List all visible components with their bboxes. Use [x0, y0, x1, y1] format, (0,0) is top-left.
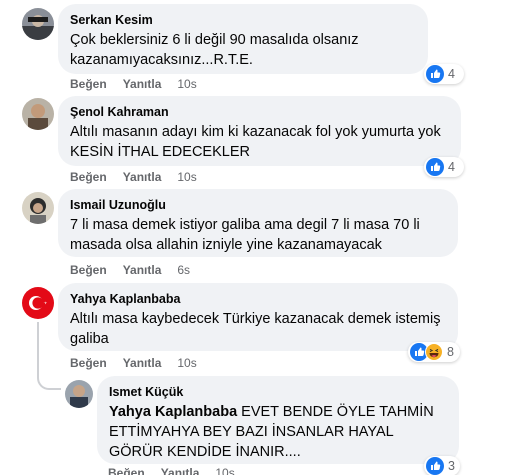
reaction-count: 8 [447, 345, 454, 359]
reaction-summary[interactable]: 4 [424, 64, 464, 84]
comment-text: Çok beklersiniz 6 li değil 90 masalıda o… [70, 32, 359, 68]
comment-author[interactable]: Serkan Kesim [70, 12, 416, 28]
comment-author[interactable]: Şenol Kahraman [70, 104, 449, 120]
avatar[interactable] [22, 192, 54, 224]
like-icon [426, 158, 444, 176]
like-icon [426, 457, 444, 475]
comment-actions: Beğen Yanıtla 10s [70, 77, 197, 91]
comment-actions: Beğen Yanıtla 10s [70, 356, 197, 370]
reply-button[interactable]: Yanıtla [123, 170, 162, 184]
reaction-summary[interactable]: 3 [424, 456, 460, 475]
comments-section: Serkan Kesim Çok beklersiniz 6 li değil … [0, 0, 507, 475]
comment-author[interactable]: Yahya Kaplanbaba [70, 291, 446, 307]
reply-button[interactable]: Yanıtla [123, 77, 162, 91]
timestamp[interactable]: 6s [177, 263, 190, 277]
reply-author[interactable]: Ismet Küçük [109, 384, 447, 400]
thread-line [37, 322, 39, 374]
timestamp[interactable]: 10s [215, 466, 234, 475]
like-button[interactable]: Beğen [70, 170, 107, 184]
like-button[interactable]: Beğen [70, 263, 107, 277]
avatar[interactable] [22, 98, 54, 130]
comment-text: Altılı masanın adayı kim ki kazanacak fo… [70, 124, 441, 160]
avatar[interactable] [65, 380, 93, 408]
timestamp[interactable]: 10s [177, 356, 196, 370]
reaction-count: 4 [448, 160, 455, 174]
reply-button[interactable]: Yanıtla [123, 263, 162, 277]
comment-actions: Beğen Yanıtla 10s [70, 170, 197, 184]
reply-actions: Beğen Yanıtla 10s [108, 466, 235, 475]
reaction-summary[interactable]: 8 [408, 342, 460, 362]
comment-bubble: Şenol Kahraman Altılı masanın adayı kim … [58, 96, 461, 166]
timestamp[interactable]: 10s [177, 170, 196, 184]
reaction-summary[interactable]: 4 [424, 157, 464, 177]
comment-text: Altılı masa kaybedecek Türkiye kazanacak… [70, 311, 441, 347]
comment-bubble: Serkan Kesim Çok beklersiniz 6 li değil … [58, 4, 428, 74]
comment-author[interactable]: Ismail Uzunoğlu [70, 197, 446, 213]
reply-button[interactable]: Yanıtla [161, 466, 200, 475]
reaction-count: 4 [448, 67, 455, 81]
comment-text: 7 li masa demek istiyor galiba ama degil… [70, 217, 420, 253]
comment-actions: Beğen Yanıtla 6s [70, 263, 190, 277]
haha-icon [425, 343, 443, 361]
reply-mention[interactable]: Yahya Kaplanbaba [109, 404, 237, 420]
reply-button[interactable]: Yanıtla [123, 356, 162, 370]
like-button[interactable]: Beğen [108, 466, 145, 475]
reply-text: Yahya Kaplanbaba EVET BENDE ÖYLE TAHMİN … [109, 402, 447, 462]
like-button[interactable]: Beğen [70, 77, 107, 91]
avatar[interactable] [22, 287, 54, 319]
comment-bubble: Ismail Uzunoğlu 7 li masa demek istiyor … [58, 189, 458, 257]
like-icon [426, 65, 444, 83]
thread-connector [37, 372, 61, 390]
like-button[interactable]: Beğen [70, 356, 107, 370]
avatar[interactable] [22, 8, 54, 40]
reaction-count: 3 [448, 459, 455, 473]
comment-bubble: Yahya Kaplanbaba Altılı masa kaybedecek … [58, 283, 458, 351]
reply-bubble: Ismet Küçük Yahya Kaplanbaba EVET BENDE … [97, 376, 459, 464]
timestamp[interactable]: 10s [177, 77, 196, 91]
